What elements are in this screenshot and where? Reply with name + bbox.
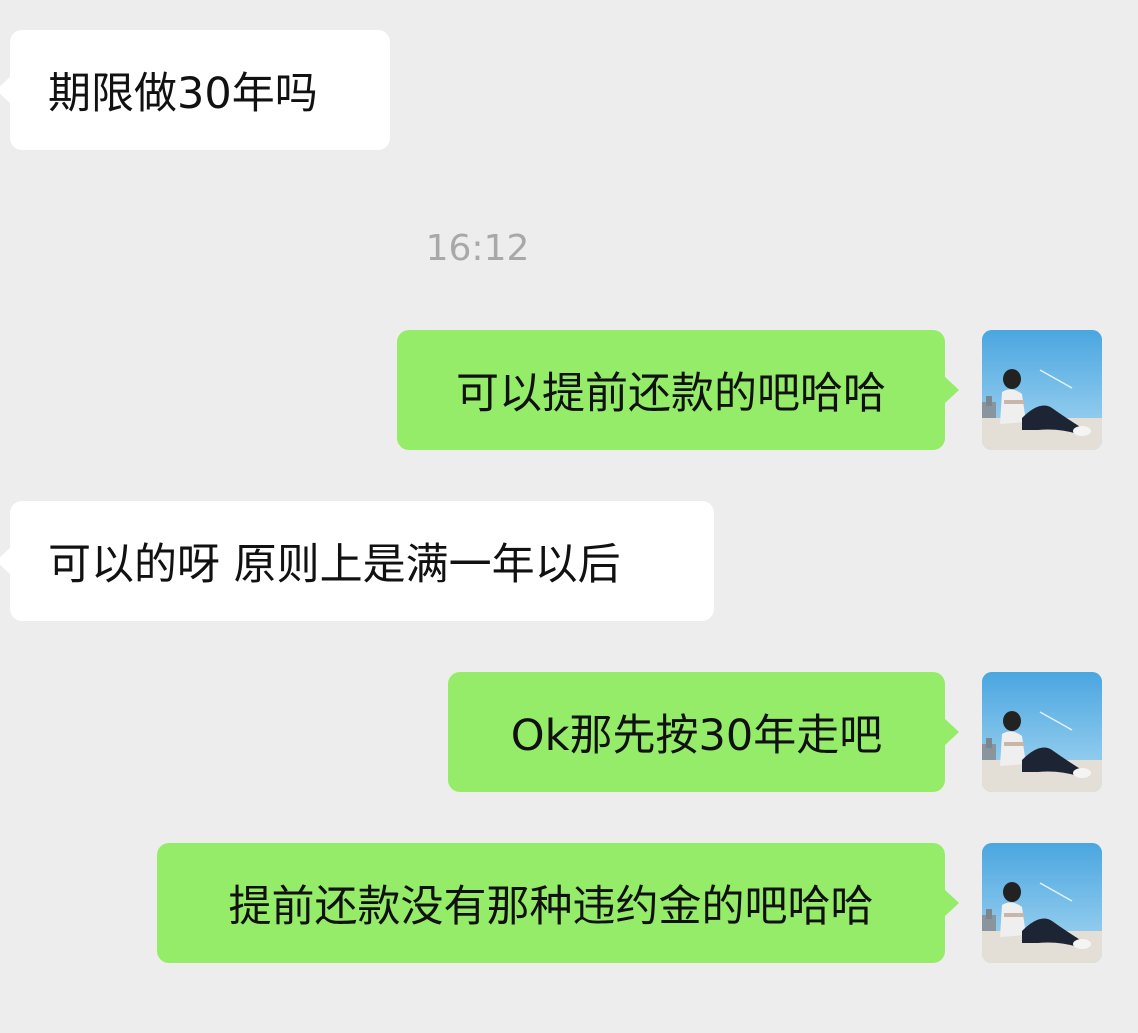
user-avatar-icon	[982, 672, 1102, 792]
message-bubble-sent[interactable]: 提前还款没有那种违约金的吧哈哈	[157, 843, 959, 963]
timestamp: 16:12	[425, 228, 530, 269]
avatar[interactable]	[982, 843, 1102, 963]
avatar[interactable]	[982, 672, 1102, 792]
message-text: 期限做30年吗	[48, 69, 318, 119]
message-text: 可以的呀 原则上是满一年以后	[48, 540, 621, 590]
bubble-tail	[944, 718, 959, 746]
message-text: 可以提前还款的吧哈哈	[456, 369, 886, 419]
user-avatar-icon	[982, 843, 1102, 963]
bubble-tail	[944, 376, 959, 404]
user-avatar-icon	[982, 330, 1102, 450]
bubble-tail	[944, 889, 959, 917]
bubble-tail	[0, 76, 11, 104]
message-bubble-received[interactable]: 可以的呀 原则上是满一年以后	[0, 501, 714, 621]
avatar[interactable]	[982, 330, 1102, 450]
message-bubble-sent[interactable]: Ok那先按30年走吧	[448, 672, 959, 792]
bubble-tail	[0, 547, 11, 575]
message-bubble-received[interactable]: 期限做30年吗	[0, 30, 390, 150]
message-bubble-sent[interactable]: 可以提前还款的吧哈哈	[397, 330, 959, 450]
message-text: Ok那先按30年走吧	[510, 711, 883, 761]
message-text: 提前还款没有那种违约金的吧哈哈	[228, 882, 874, 932]
